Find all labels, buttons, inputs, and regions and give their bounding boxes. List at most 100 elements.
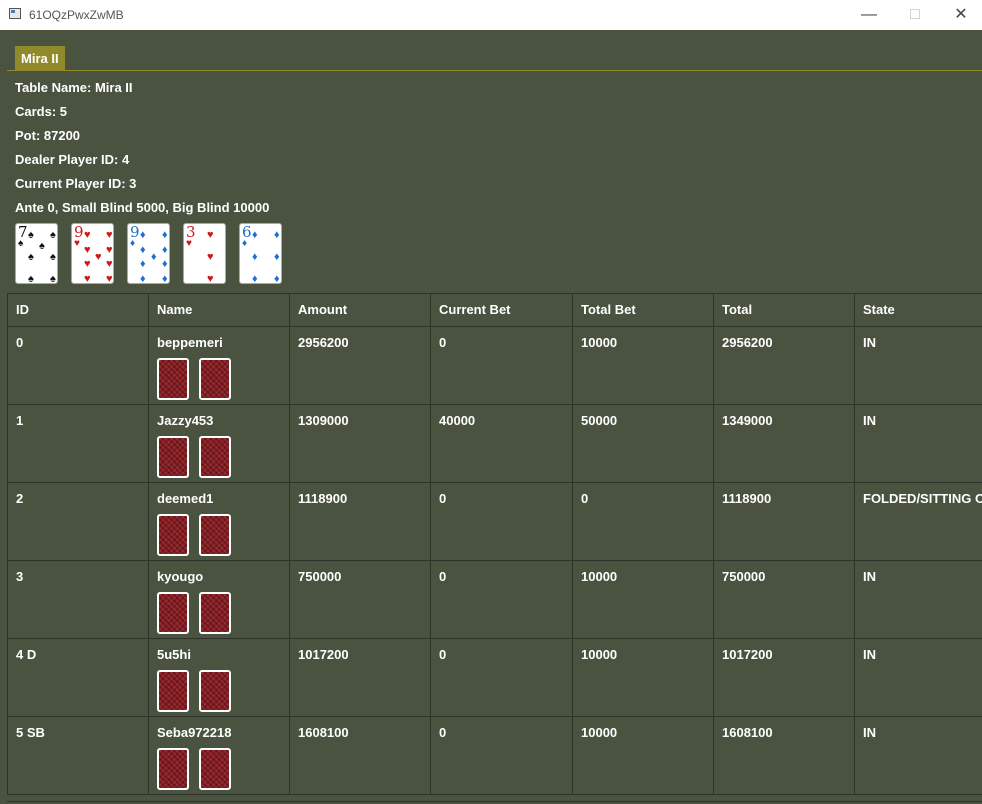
- current-player-label: Current Player ID: 3: [15, 176, 137, 191]
- player-id-cell: 0: [7, 326, 149, 405]
- player-state: IN: [863, 647, 876, 662]
- player-name: 5u5hi: [157, 647, 191, 662]
- board-card: 9 ♦ ♦ ♦ ♦ ♦ ♦ ♦ ♦ ♦ ♦: [127, 223, 170, 284]
- card-back-icon: [199, 592, 231, 634]
- card-pip: ♠: [28, 229, 34, 241]
- player-current-bet: 0: [439, 647, 447, 662]
- card-suit-icon: ♠: [18, 238, 24, 249]
- window-titlebar: 61OQzPwxZwMB — □ ✕: [0, 0, 982, 30]
- board-card: 6 ♦ ♦ ♦ ♦ ♦ ♦ ♦: [239, 223, 282, 284]
- col-header-current-bet[interactable]: Current Bet: [430, 293, 573, 327]
- card-back-icon: [199, 514, 231, 556]
- player-total: 1118900: [722, 491, 772, 506]
- card-pips: ♥ ♥ ♥: [194, 228, 225, 284]
- col-header-total[interactable]: Total: [713, 293, 855, 327]
- minimize-icon[interactable]: —: [846, 0, 892, 30]
- player-state: FOLDED/SITTING O: [863, 491, 982, 506]
- player-id-cell: 2: [7, 482, 149, 561]
- player-name-cell: deemed1: [148, 482, 290, 561]
- player-state: IN: [863, 569, 876, 584]
- card-pip: ♦: [252, 229, 258, 241]
- card-pip: ♥: [84, 273, 91, 284]
- table-row[interactable]: 1 Jazzy453 1309000 40000 50000 1349000 IN: [7, 404, 982, 483]
- player-total-cell: 750000: [713, 560, 855, 639]
- player-total: 1017200: [722, 647, 773, 662]
- tab-table[interactable]: Mira II: [15, 46, 65, 70]
- col-header-total-bet[interactable]: Total Bet: [572, 293, 714, 327]
- board-card: 7 ♠ ♠ ♠ ♠ ♠ ♠ ♠ ♠: [15, 223, 58, 284]
- player-state: IN: [863, 335, 876, 350]
- player-amount: 1608100: [298, 725, 349, 740]
- col-header-name[interactable]: Name: [148, 293, 290, 327]
- player-id-cell: 5 SB: [7, 716, 149, 795]
- card-pip: ♦: [274, 229, 280, 241]
- player-name: deemed1: [157, 491, 214, 506]
- player-current-bet: 40000: [439, 413, 476, 428]
- table-row[interactable]: 3 kyougo 750000 0 10000 750000 IN: [7, 560, 982, 639]
- col-header-state[interactable]: State: [854, 293, 982, 327]
- player-name: Seba972218: [157, 725, 232, 740]
- hole-cards: [157, 670, 289, 712]
- player-id: 4 D: [16, 647, 37, 662]
- table-row[interactable]: 2 deemed1 1118900 0 0 1118900 FOLDED/SITTING O: [7, 482, 982, 561]
- close-icon[interactable]: ✕: [938, 0, 982, 30]
- player-total-bet: 10000: [581, 569, 618, 584]
- player-current-bet: 0: [439, 335, 447, 350]
- player-total-cell: 2956200: [713, 326, 855, 405]
- player-name-cell: 5u5hi: [148, 638, 290, 717]
- table-row[interactable]: 4 D 5u5hi 1017200 0 10000 1017200 IN: [7, 638, 982, 717]
- hole-cards: [157, 748, 289, 790]
- card-pip: ♥: [84, 258, 91, 271]
- card-pip: ♦: [151, 251, 157, 263]
- card-pips: ♦ ♦ ♦ ♦ ♦ ♦ ♦ ♦ ♦: [138, 228, 169, 284]
- player-amount-cell: 1017200: [289, 638, 431, 717]
- card-pip: ♥: [84, 243, 91, 256]
- table-name-label: Table Name: Mira II: [15, 80, 133, 95]
- player-state-cell: IN: [854, 326, 982, 405]
- player-total-bet-cell: 10000: [572, 716, 714, 795]
- table-row[interactable]: 5 SB Seba972218 1608100 0 10000 1608100 IN: [7, 716, 982, 795]
- player-total-bet: 50000: [581, 413, 618, 428]
- card-pips: ♠ ♠ ♠ ♠ ♠ ♠ ♠: [26, 228, 57, 284]
- card-back-icon: [199, 670, 231, 712]
- card-pip: ♠: [50, 273, 56, 284]
- card-pip: ♦: [140, 243, 146, 256]
- player-name-cell: Jazzy453: [148, 404, 290, 483]
- player-current-bet: 0: [439, 569, 447, 584]
- player-current-bet: 0: [439, 491, 447, 506]
- player-total-bet-cell: 0: [572, 482, 714, 561]
- col-header-amount[interactable]: Amount: [289, 293, 431, 327]
- col-header-id[interactable]: ID: [7, 293, 149, 327]
- table-row[interactable]: 0 beppemeri 2956200 0 10000 2956200 IN: [7, 326, 982, 405]
- card-pip: ♦: [162, 273, 168, 284]
- card-pip: ♥: [95, 251, 102, 263]
- maximize-icon[interactable]: □: [892, 0, 938, 30]
- table-bottom-border: [7, 801, 982, 802]
- card-pip: ♠: [50, 251, 56, 263]
- card-pip: ♠: [28, 251, 34, 263]
- player-amount-cell: 1118900: [289, 482, 431, 561]
- player-name-cell: kyougo: [148, 560, 290, 639]
- card-pip: ♦: [274, 251, 280, 263]
- card-pip: ♦: [162, 243, 168, 256]
- card-back-icon: [199, 748, 231, 790]
- card-pip: ♦: [140, 229, 146, 241]
- card-pip: ♥: [207, 251, 214, 263]
- player-total-bet-cell: 10000: [572, 326, 714, 405]
- card-pip: ♥: [84, 229, 91, 241]
- card-suit-icon: ♦: [130, 238, 136, 249]
- player-total-bet-cell: 10000: [572, 638, 714, 717]
- player-amount: 2956200: [298, 335, 349, 350]
- card-pip: ♥: [106, 273, 113, 284]
- player-amount: 1118900: [298, 491, 348, 506]
- player-name: kyougo: [157, 569, 204, 584]
- player-id: 0: [16, 335, 24, 350]
- player-current-bet-cell: 0: [430, 716, 573, 795]
- player-id-cell: 3: [7, 560, 149, 639]
- player-amount: 750000: [298, 569, 342, 584]
- tab-divider: [7, 70, 982, 71]
- hole-cards: [157, 592, 289, 634]
- card-pip: ♠: [39, 240, 45, 252]
- player-amount-cell: 1608100: [289, 716, 431, 795]
- card-back-icon: [157, 670, 189, 712]
